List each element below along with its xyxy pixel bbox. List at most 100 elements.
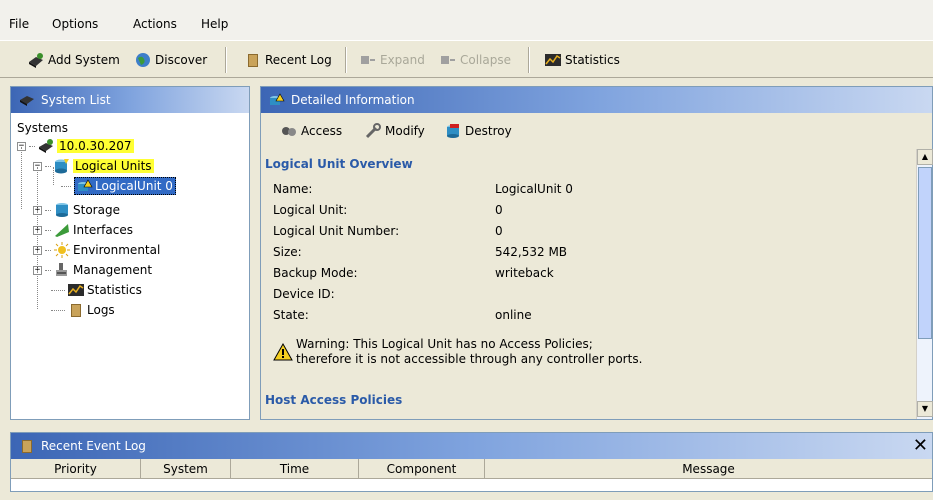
collapse-label: Collapse: [460, 53, 511, 67]
tree-guide: [21, 147, 22, 209]
tree-guide: [53, 167, 54, 185]
tree-root-label: Systems: [17, 121, 68, 135]
destroy-icon: [445, 123, 461, 139]
menu-actions[interactable]: Actions: [133, 17, 177, 31]
system-icon: [19, 92, 35, 108]
tree-connector: [45, 269, 51, 271]
column-header-system[interactable]: System: [141, 459, 231, 479]
tree-connector: [51, 309, 65, 311]
detail-panel: Detailed Information Access Modify Destr…: [260, 86, 933, 420]
system-ip-label: 10.0.30.207: [57, 139, 134, 153]
menu-bar: File Options Actions Help: [0, 0, 933, 40]
toolbar: Add System Discover Recent Log Expand Co…: [0, 40, 933, 78]
event-log-header: Recent Event Log: [11, 433, 932, 459]
destroy-button[interactable]: Destroy: [445, 121, 512, 141]
scroll-up-button[interactable]: ▲: [917, 149, 933, 165]
column-header-time[interactable]: Time: [231, 459, 359, 479]
statistics-label: Statistics: [87, 283, 142, 297]
field-label: State:: [273, 308, 309, 322]
tree-item-logical-units[interactable]: − Logical Units: [33, 157, 154, 175]
storage-label: Storage: [73, 203, 120, 217]
field-value: 542,532 MB: [495, 245, 568, 259]
tree-item-interfaces[interactable]: + Interfaces: [33, 221, 133, 239]
field-value: online: [495, 308, 532, 322]
tree-item-storage[interactable]: + Storage: [33, 201, 120, 219]
tree-connector: [45, 209, 51, 211]
menu-file[interactable]: File: [9, 17, 29, 31]
detail-row-size: Size: 542,532 MB: [273, 245, 913, 263]
statistics-label: Statistics: [565, 53, 620, 67]
field-label: Name:: [273, 182, 313, 196]
event-log-table-header: Priority System Time Component Message: [11, 459, 932, 479]
column-header-priority[interactable]: Priority: [11, 459, 141, 479]
detail-row-lun: Logical Unit Number: 0: [273, 224, 913, 242]
detail-row-backup-mode: Backup Mode: writeback: [273, 266, 913, 284]
toolbar-separator: [345, 47, 347, 73]
tree-connector: [45, 165, 51, 167]
modify-button[interactable]: Modify: [365, 121, 425, 141]
globe-icon: [135, 52, 151, 68]
collapse-icon: [440, 52, 456, 68]
logical-unit-0-label: LogicalUnit 0: [95, 179, 173, 193]
logical-unit-warning-icon: [77, 178, 93, 194]
field-label: Backup Mode:: [273, 266, 358, 280]
close-icon[interactable]: ✕: [913, 435, 928, 456]
management-label: Management: [73, 263, 153, 277]
environmental-label: Environmental: [73, 243, 161, 257]
menu-help[interactable]: Help: [201, 17, 228, 31]
scroll-thumb[interactable]: [918, 167, 932, 339]
column-header-component[interactable]: Component: [359, 459, 485, 479]
tree-item-environmental[interactable]: + Environmental: [33, 241, 160, 259]
logs-label: Logs: [87, 303, 115, 317]
column-header-message[interactable]: Message: [485, 459, 932, 479]
detail-title: Detailed Information: [291, 93, 415, 107]
access-label: Access: [301, 124, 343, 138]
statistics-icon: [68, 282, 84, 298]
system-list-panel: System List Systems − 10.0.30.207 − Logi…: [10, 86, 250, 420]
discover-button[interactable]: Discover: [135, 50, 207, 70]
tree-item-logs[interactable]: Logs: [51, 301, 115, 319]
add-system-label: Add System: [48, 53, 120, 67]
warning-line-1: Warning: This Logical Unit has no Access…: [296, 337, 593, 351]
modify-label: Modify: [385, 124, 425, 138]
tree-item-management[interactable]: + Management: [33, 261, 152, 279]
discover-label: Discover: [155, 53, 208, 67]
add-system-button[interactable]: Add System: [28, 50, 120, 70]
logical-units-icon: [54, 158, 70, 174]
expand-button[interactable]: Expand: [360, 50, 425, 70]
field-label: Logical Unit:: [273, 203, 348, 217]
add-system-icon: [28, 52, 44, 68]
collapse-button[interactable]: Collapse: [440, 50, 511, 70]
recent-log-button[interactable]: Recent Log: [245, 50, 332, 70]
field-value: LogicalUnit 0: [495, 182, 573, 196]
field-label: Device ID:: [273, 287, 335, 301]
log-icon: [19, 438, 35, 454]
detail-content: Logical Unit Overview Name: LogicalUnit …: [261, 149, 916, 419]
statistics-button[interactable]: Statistics: [545, 50, 620, 70]
toolbar-separator: [528, 47, 530, 73]
storage-icon: [54, 202, 70, 218]
access-button[interactable]: Access: [281, 121, 342, 141]
field-label: Size:: [273, 245, 302, 259]
event-log-title: Recent Event Log: [41, 439, 146, 453]
warning-icon: [273, 342, 293, 361]
tree-root-systems[interactable]: Systems: [17, 119, 68, 137]
detail-action-bar: Access Modify Destroy: [261, 113, 932, 149]
tree-item-logical-unit-0[interactable]: LogicalUnit 0: [61, 177, 176, 195]
detail-header: Detailed Information: [261, 87, 932, 113]
tree-item-system[interactable]: − 10.0.30.207: [17, 137, 134, 155]
overview-heading: Logical Unit Overview: [265, 157, 413, 171]
tree-guide: [37, 167, 38, 309]
tree-item-statistics[interactable]: Statistics: [51, 281, 142, 299]
toolbar-separator: [225, 47, 227, 73]
warning-line-2: therefore it is not accessible through a…: [296, 352, 643, 366]
detail-scrollbar[interactable]: ▲ ▼: [916, 149, 933, 419]
expand-icon: [360, 52, 376, 68]
scroll-down-button[interactable]: ▼: [917, 401, 933, 417]
log-icon: [68, 302, 84, 318]
menu-options[interactable]: Options: [52, 17, 98, 31]
access-icon: [281, 123, 297, 139]
tree-connector: [29, 145, 35, 147]
logical-units-label: Logical Units: [73, 159, 154, 173]
detail-row-state: State: online: [273, 308, 913, 326]
